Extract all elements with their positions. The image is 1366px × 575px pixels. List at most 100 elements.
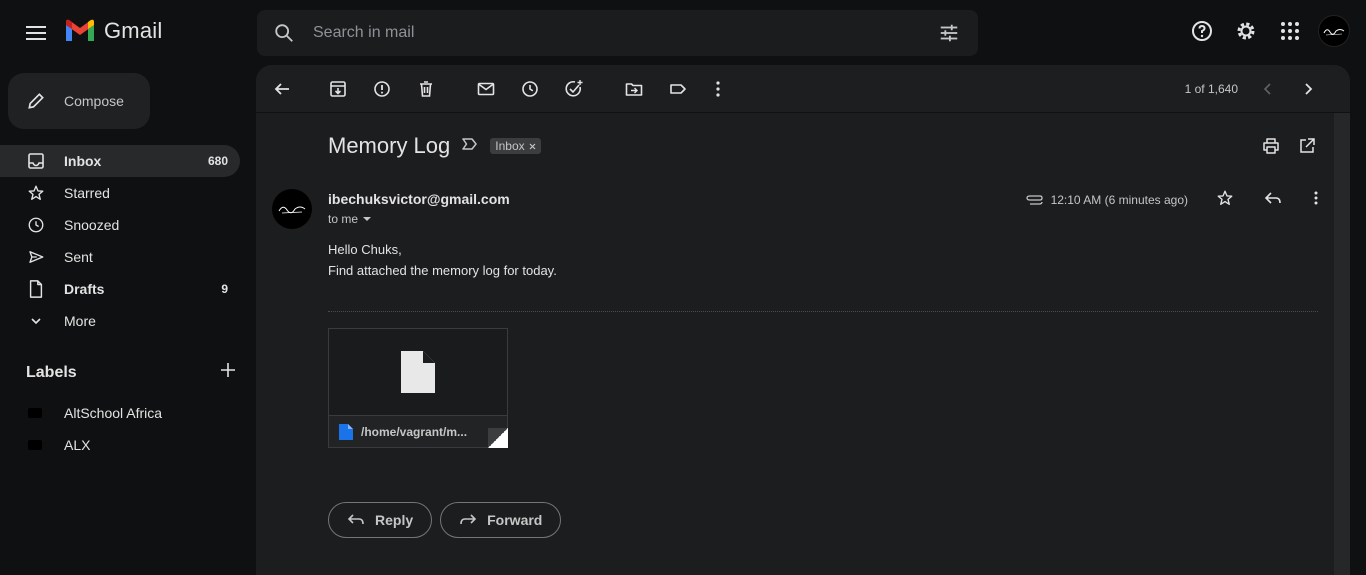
message-time: 12:10 AM (6 minutes ago): [1050, 192, 1188, 207]
newer-button[interactable]: [1256, 77, 1280, 101]
attachment-icon: [1025, 194, 1043, 205]
email-subject: Memory Log: [328, 133, 451, 158]
archive-button[interactable]: [326, 77, 350, 101]
recipient-row[interactable]: to me: [328, 212, 372, 226]
folder-move-icon: [625, 83, 643, 96]
gmail-m-icon: [66, 19, 94, 41]
subject-actions: [1262, 137, 1316, 160]
attachment-preview: [329, 329, 507, 415]
sidebar: Compose Inbox 680 Starred Snoozed Sent D…: [0, 64, 256, 575]
document-icon: [401, 351, 435, 393]
move-to-button[interactable]: [622, 77, 646, 101]
sidebar-item-label: More: [64, 313, 96, 329]
sidebar-item-label: Drafts: [64, 281, 105, 297]
inbox-count: 680: [207, 154, 228, 168]
reply-icon-button[interactable]: [1264, 190, 1282, 209]
add-task-icon: [565, 80, 583, 97]
signature-avatar-icon: [278, 206, 306, 214]
clock-icon: [522, 81, 538, 97]
attachment-divider: [328, 311, 1318, 312]
send-icon: [26, 248, 46, 266]
attachment-name: /home/vagrant/m...: [361, 424, 468, 439]
sidebar-item-inbox[interactable]: Inbox 680: [0, 145, 240, 177]
trash-icon: [420, 81, 432, 97]
star-icon: [1217, 190, 1233, 205]
gmail-app: Gmail Search in mail Compose Inbox 680 S…: [0, 0, 1366, 575]
search-input[interactable]: [313, 10, 913, 56]
body-line: Hello Chuks,: [328, 242, 402, 257]
drafts-count: 9: [221, 282, 228, 296]
print-button[interactable]: [1262, 137, 1280, 160]
message-body: Hello Chuks, Find attached the memory lo…: [328, 239, 557, 281]
sidebar-item-label: Starred: [64, 185, 110, 201]
open-new-window-button[interactable]: [1298, 137, 1316, 160]
hamburger-menu-icon: [26, 26, 46, 40]
body-line: Find attached the memory log for today.: [328, 263, 557, 278]
label-name: AltSchool Africa: [64, 405, 163, 421]
file-icon: [339, 423, 353, 440]
settings-button[interactable]: [1230, 15, 1262, 47]
label-list: AltSchool Africa ALX: [0, 397, 240, 461]
label-icon: [670, 84, 686, 94]
star-button[interactable]: [1216, 189, 1234, 210]
draft-icon: [26, 280, 46, 298]
add-to-tasks-button[interactable]: [562, 77, 586, 101]
message-view: 1 of 1,640 Memory Log Inbox ibechuksvict…: [256, 65, 1350, 575]
compose-button[interactable]: Compose: [8, 73, 150, 129]
sidebar-item-drafts[interactable]: Drafts 9: [0, 273, 240, 305]
importance-marker-icon[interactable]: [462, 137, 478, 156]
attachment-card[interactable]: /home/vagrant/m...: [328, 328, 508, 448]
inbox-label-chip: Inbox: [490, 138, 541, 154]
back-button[interactable]: [270, 77, 294, 101]
sidebar-item-sent[interactable]: Sent: [0, 241, 240, 273]
message-toolbar: 1 of 1,640: [256, 65, 1350, 113]
sender-avatar[interactable]: [272, 189, 312, 229]
sidebar-item-more[interactable]: More: [0, 305, 240, 337]
sender-email[interactable]: ibechuksvictor@gmail.com: [328, 191, 510, 207]
label-item-alx[interactable]: ALX: [0, 429, 240, 461]
label-chip-text: Inbox: [495, 139, 525, 153]
account-avatar[interactable]: [1318, 15, 1350, 47]
email-content: Memory Log Inbox ibechuksvictor@gmail.co…: [256, 113, 1334, 556]
remove-label-button[interactable]: [529, 139, 536, 153]
gear-icon: [1237, 22, 1255, 40]
attachment-corner-icon: [488, 428, 508, 448]
help-icon: [1192, 21, 1212, 41]
search-icon[interactable]: [273, 22, 295, 49]
main-menu-button[interactable]: [20, 17, 52, 49]
label-item-altschool-africa[interactable]: AltSchool Africa: [0, 397, 240, 429]
message-meta: 12:10 AM (6 minutes ago): [1025, 189, 1318, 210]
reply-button[interactable]: Reply: [328, 502, 433, 538]
external-link-icon: [1300, 138, 1315, 153]
older-button[interactable]: [1296, 77, 1320, 101]
apps-button[interactable]: [1274, 15, 1306, 47]
chevron-right-icon: [1305, 83, 1313, 95]
sidebar-item-starred[interactable]: Starred: [0, 177, 240, 209]
gmail-logo[interactable]: Gmail: [64, 18, 162, 44]
more-options-button[interactable]: [706, 77, 730, 101]
search-options-icon[interactable]: [938, 22, 960, 49]
snooze-button[interactable]: [518, 77, 542, 101]
forward-button[interactable]: Forward: [440, 502, 562, 538]
top-bar: Gmail: [0, 0, 1366, 64]
scrollbar[interactable]: [1334, 113, 1350, 575]
sidebar-item-label: Snoozed: [64, 217, 120, 233]
search-bar[interactable]: [257, 10, 978, 56]
add-label-button[interactable]: [220, 362, 236, 383]
mark-unread-button[interactable]: [474, 77, 498, 101]
message-more-button[interactable]: [1314, 191, 1318, 208]
apps-grid-icon: [1281, 22, 1299, 40]
delete-button[interactable]: [414, 77, 438, 101]
help-button[interactable]: [1186, 15, 1218, 47]
forward-label: Forward: [487, 512, 543, 528]
report-spam-button[interactable]: [370, 77, 394, 101]
attachment-footer: /home/vagrant/m...: [329, 415, 507, 447]
labels-button[interactable]: [666, 77, 690, 101]
reply-icon: [1264, 192, 1281, 204]
sidebar-item-snoozed[interactable]: Snoozed: [0, 209, 240, 241]
caret-down-icon: [363, 217, 372, 221]
subject-row: Memory Log Inbox: [328, 133, 541, 159]
top-right-actions: [1186, 15, 1350, 47]
label-color-icon: [28, 408, 42, 418]
signature-avatar-icon: [1323, 29, 1345, 36]
